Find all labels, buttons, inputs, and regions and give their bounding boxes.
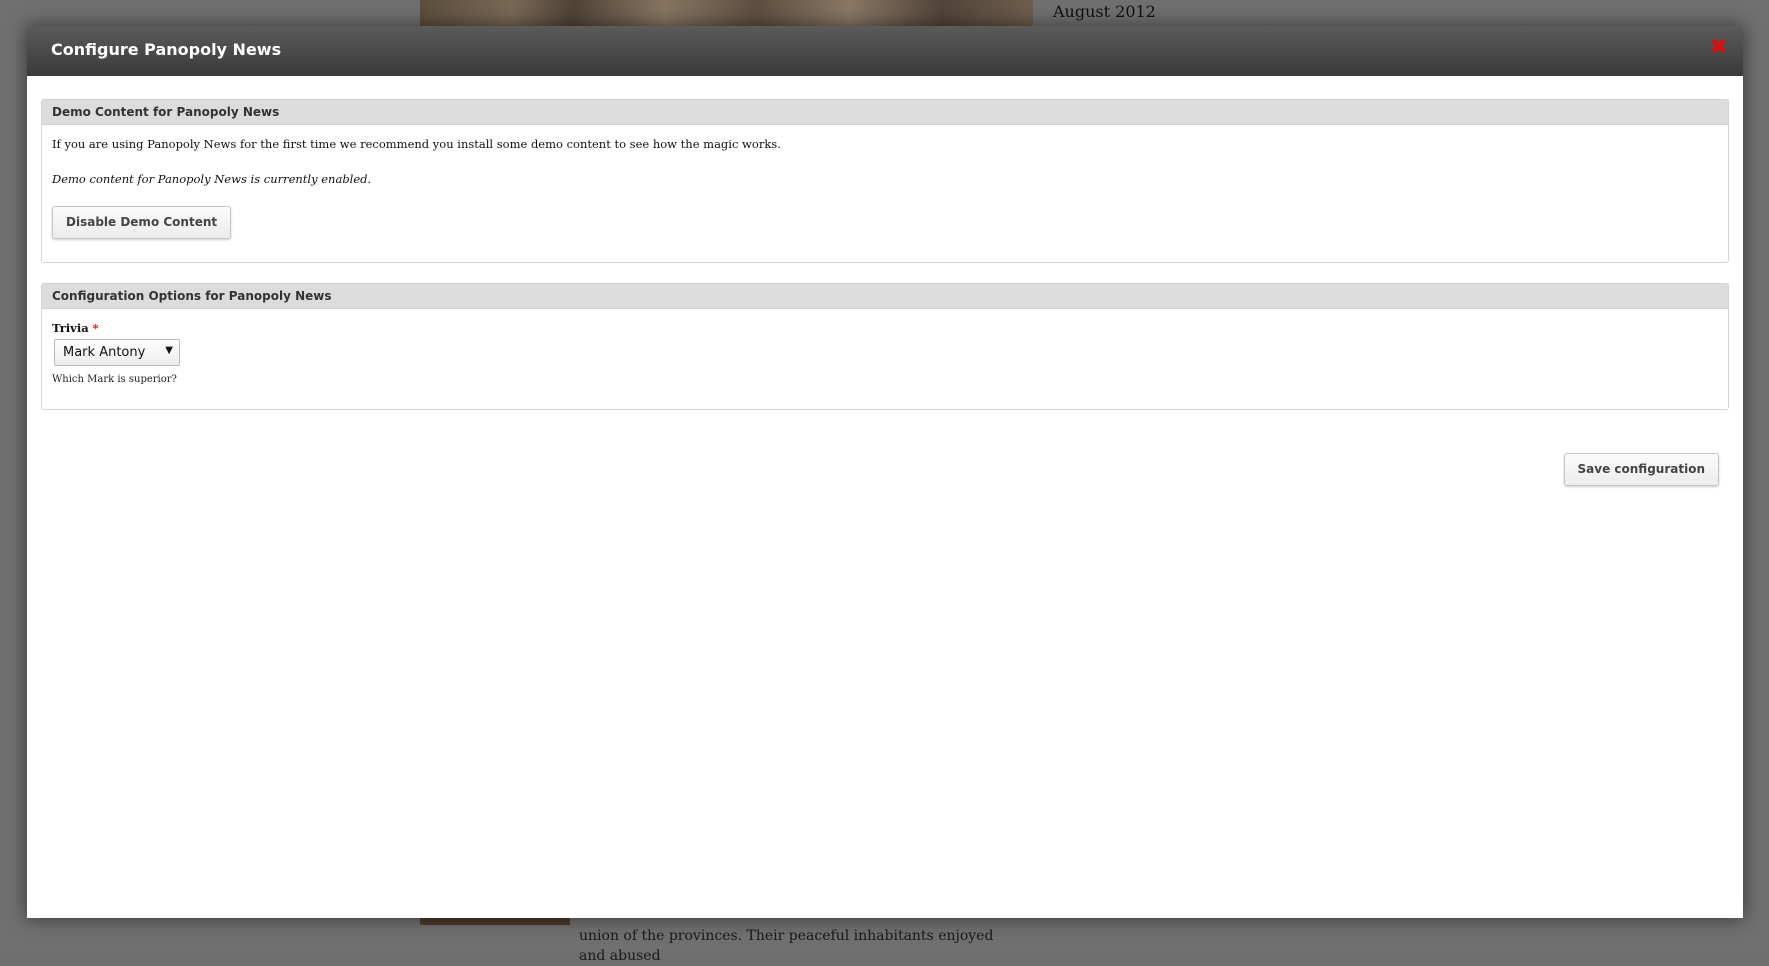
save-configuration-button[interactable]: Save configuration: [1563, 453, 1719, 486]
close-icon[interactable]: ✖: [1707, 36, 1731, 60]
chevron-down-icon: ▼: [165, 345, 173, 356]
demo-content-body: If you are using Panopoly News for the f…: [42, 125, 1728, 249]
configure-modal: Configure Panopoly News ✖ Demo Content f…: [27, 26, 1743, 918]
demo-content-legend: Demo Content for Panopoly News: [42, 100, 1728, 125]
configuration-options-body: Trivia * Mark Antony ▼ Which Mark is sup…: [42, 309, 1728, 395]
background-hero-image: [420, 0, 1033, 26]
demo-intro-text: If you are using Panopoly News for the f…: [52, 137, 781, 151]
form-actions: Save configuration: [1563, 453, 1719, 486]
disable-demo-content-button[interactable]: Disable Demo Content: [52, 206, 232, 239]
demo-content-fieldset: Demo Content for Panopoly News If you ar…: [41, 99, 1729, 263]
modal-title: Configure Panopoly News: [51, 40, 282, 59]
trivia-select-value: Mark Antony: [63, 345, 146, 360]
modal-header: Configure Panopoly News ✖: [27, 26, 1743, 76]
required-marker: *: [92, 321, 99, 335]
trivia-description: Which Mark is superior?: [52, 374, 177, 385]
background-article-text: union of the provinces. Their peaceful i…: [579, 928, 994, 964]
background-date: August 2012: [1053, 2, 1156, 21]
demo-status-text: Demo content for Panopoly News is curren…: [52, 172, 372, 186]
trivia-label-row: Trivia *: [52, 321, 1718, 335]
configuration-options-legend: Configuration Options for Panopoly News: [42, 284, 1728, 309]
configuration-options-fieldset: Configuration Options for Panopoly News …: [41, 283, 1729, 410]
trivia-select[interactable]: Mark Antony ▼: [54, 339, 180, 366]
trivia-label: Trivia: [52, 321, 89, 335]
